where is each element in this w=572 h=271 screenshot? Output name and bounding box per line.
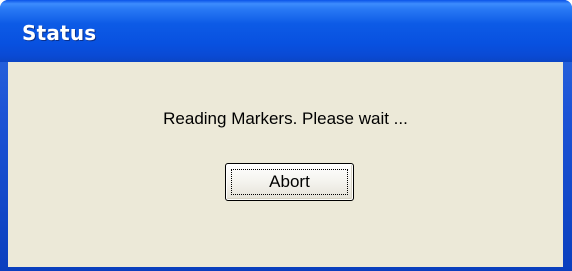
dialog-body: Reading Markers. Please wait ... Abort [8,62,563,267]
abort-button[interactable]: Abort [225,163,354,201]
window-title: Status [22,21,97,45]
title-bar[interactable]: Status [0,0,572,62]
status-dialog-window: Status Reading Markers. Please wait ... … [0,0,572,271]
abort-button-label: Abort [269,172,310,191]
status-message: Reading Markers. Please wait ... [163,109,408,128]
